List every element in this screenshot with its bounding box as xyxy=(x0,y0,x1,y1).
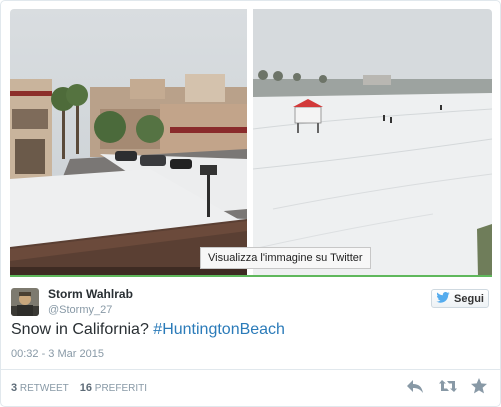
avatar[interactable] xyxy=(11,288,39,316)
tweet-text-body: Snow in California? xyxy=(11,321,154,338)
star-icon[interactable] xyxy=(470,377,488,395)
follow-label: Segui xyxy=(454,292,484,305)
hashtag-link[interactable]: #HuntingtonBeach xyxy=(153,321,285,338)
tweet-media[interactable] xyxy=(10,9,492,277)
view-image-tooltip[interactable]: Visualizza l'immagine su Twitter xyxy=(200,247,371,269)
avatar-image xyxy=(11,288,39,316)
photo-street-hail-graphic xyxy=(10,9,247,277)
photo-beach-hail-graphic xyxy=(253,9,492,277)
retweet-icon[interactable] xyxy=(438,377,457,395)
photo-beach-hail[interactable] xyxy=(253,9,492,277)
reply-icon[interactable] xyxy=(406,377,424,395)
retweet-count[interactable]: 3 xyxy=(11,382,17,394)
tweet-timestamp[interactable]: 00:32 - 3 Mar 2015 xyxy=(11,348,104,360)
divider xyxy=(1,369,500,370)
tweet-card: Visualizza l'immagine su Twitter Storm W… xyxy=(0,0,501,407)
tweet-text: Snow in California? #HuntingtonBeach xyxy=(11,321,285,339)
media-bottom-accent xyxy=(10,275,492,277)
tweet-stats: 3 RETWEET 16 PREFERITI xyxy=(11,382,147,394)
retweet-label[interactable]: RETWEET xyxy=(20,383,69,394)
user-handle[interactable]: @Stormy_27 xyxy=(48,304,112,316)
photo-street-hail[interactable] xyxy=(10,9,247,277)
twitter-bird-icon xyxy=(436,291,450,306)
follow-button[interactable]: Segui xyxy=(431,289,489,308)
tweet-actions xyxy=(406,377,488,395)
user-name[interactable]: Storm Wahlrab xyxy=(48,287,133,301)
favorite-count[interactable]: 16 xyxy=(80,382,92,394)
favorite-label[interactable]: PREFERITI xyxy=(95,383,147,394)
